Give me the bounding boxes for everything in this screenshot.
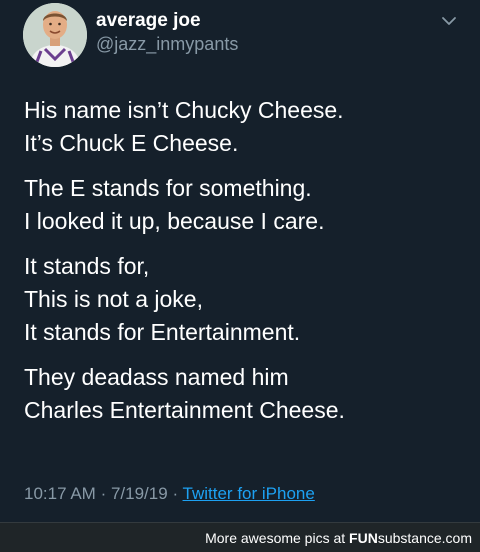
tweet-date[interactable]: 7/19/19 [111,484,168,503]
tweet-line: It stands for Entertainment. [24,319,301,345]
watermark-brand-rest: substance.com [377,530,472,546]
tweet-paragraph: They deadass named him Charles Entertain… [24,361,464,427]
tweet-line: The E stands for something. [24,175,312,201]
tweet-body: His name isn’t Chucky Cheese. It’s Chuck… [24,94,464,439]
chevron-down-icon [442,17,456,25]
tweet-meta: 10:17 AM · 7/19/19 · Twitter for iPhone [24,484,315,504]
watermark-brand-bold: FUN [349,530,378,546]
watermark-text: More awesome pics at FUNsubstance.com [205,530,472,546]
avatar-image [23,3,87,67]
author-display-name[interactable]: average joe [96,10,201,32]
tweet-line: Charles Entertainment Cheese. [24,397,345,423]
tweet-paragraph: The E stands for something. I looked it … [24,172,464,238]
tweet-line: This is not a joke, [24,286,203,312]
tweet-time[interactable]: 10:17 AM [24,484,96,503]
tweet-line: They deadass named him [24,364,289,390]
tweet-line: It’s Chuck E Cheese. [24,130,239,156]
tweet-menu-button[interactable] [440,14,458,28]
tweet-line: His name isn’t Chucky Cheese. [24,97,344,123]
tweet-card: average joe @jazz_inmypants His name isn… [0,0,480,522]
meta-separator: · [172,484,179,503]
author-handle[interactable]: @jazz_inmypants [96,34,238,55]
tweet-line: It stands for, [24,253,150,279]
meta-separator: · [100,484,107,503]
tweet-paragraph: His name isn’t Chucky Cheese. It’s Chuck… [24,94,464,160]
watermark-prefix: More awesome pics at [205,530,346,546]
avatar[interactable] [23,3,87,67]
tweet-source-link[interactable]: Twitter for iPhone [183,484,315,503]
tweet-line: I looked it up, because I care. [24,208,325,234]
tweet-paragraph: It stands for, This is not a joke, It st… [24,250,464,349]
watermark-footer: More awesome pics at FUNsubstance.com [0,522,480,552]
